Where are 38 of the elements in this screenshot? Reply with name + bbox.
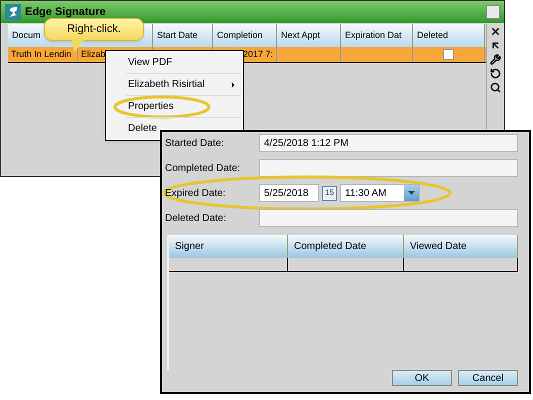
dialog-button[interactable]: OK: [392, 370, 452, 386]
column-header[interactable]: Completed Date: [288, 235, 404, 258]
column-header[interactable]: Signer: [169, 235, 288, 258]
date-field[interactable]: 5/25/2018: [259, 184, 319, 202]
column-header[interactable]: Start Date: [153, 24, 213, 47]
refresh-icon[interactable]: [490, 68, 501, 79]
wrench-icon[interactable]: [490, 54, 501, 65]
table-cell-text: Elizab: [81, 48, 106, 61]
field-label: Deleted Date:: [165, 212, 228, 226]
menu-item[interactable]: Properties: [126, 96, 241, 117]
table-cell-text: Truth In Lendin: [11, 48, 72, 61]
time-dropdown[interactable]: 11:30 AM: [340, 184, 420, 202]
date-field[interactable]: 4/25/2018 1:12 PM: [259, 134, 518, 152]
submenu-arrow-icon: [229, 80, 237, 88]
right-click-tooltip: Right-click.: [44, 18, 144, 41]
field-label: Started Date:: [165, 136, 225, 150]
search-icon[interactable]: [490, 82, 501, 93]
window-button[interactable]: [486, 5, 500, 19]
column-header[interactable]: Next Appt: [277, 24, 341, 47]
column-header[interactable]: Viewed Date: [404, 235, 518, 258]
menu-item[interactable]: Delete: [126, 118, 241, 139]
deleted-checkbox[interactable]: [443, 49, 454, 60]
dialog-button[interactable]: Cancel: [458, 370, 518, 386]
menu-item[interactable]: Elizabeth Risirtial: [126, 74, 241, 95]
column-header[interactable]: Expiration Dat: [341, 24, 413, 47]
dropdown-arrow-icon: [408, 191, 415, 195]
close-icon[interactable]: [490, 26, 501, 37]
column-header[interactable]: Deleted: [413, 24, 485, 47]
field-label: Completed Date:: [165, 162, 242, 176]
date-field[interactable]: [259, 159, 518, 177]
window-title: Edge Signature: [25, 4, 107, 20]
table-cell-text: 2017 7:: [242, 48, 273, 61]
field-label: Expired Date:: [165, 186, 227, 200]
arrow-icon[interactable]: [490, 40, 501, 51]
calendar-icon[interactable]: 15: [322, 186, 337, 200]
column-header[interactable]: Completion: [213, 24, 277, 47]
date-field[interactable]: [259, 209, 518, 227]
logo-icon: [5, 4, 21, 20]
